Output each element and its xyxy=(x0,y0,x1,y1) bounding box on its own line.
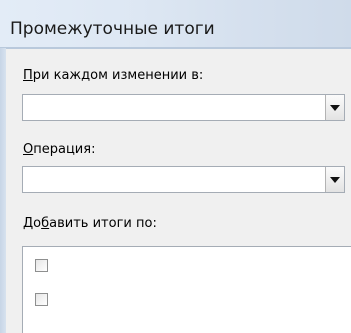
group-by-dropdown[interactable] xyxy=(22,94,345,121)
checkbox-icon[interactable] xyxy=(35,293,48,306)
window-frame-top xyxy=(0,47,351,49)
group-by-dropdown-button[interactable] xyxy=(325,95,344,120)
operation-label: Операция: xyxy=(23,142,95,157)
chevron-down-icon xyxy=(330,105,340,111)
window-frame-left xyxy=(0,48,6,333)
chevron-down-icon xyxy=(330,177,340,183)
add-totals-label-accelerator: б xyxy=(41,216,50,231)
group-by-label: При каждом изменении в: xyxy=(23,68,203,83)
add-totals-label: Добавить итоги по: xyxy=(23,216,157,231)
operation-label-accelerator: О xyxy=(23,142,34,157)
group-by-label-accelerator: П xyxy=(23,68,33,83)
subtotals-dialog: Промежуточные итоги При каждом изменении… xyxy=(0,0,351,333)
checkbox-icon[interactable] xyxy=(35,259,48,272)
operation-dropdown-button[interactable] xyxy=(325,167,344,192)
group-by-label-text: ри каждом изменении в: xyxy=(32,68,204,83)
operation-dropdown[interactable] xyxy=(22,166,345,193)
add-totals-label-post: авить итоги по: xyxy=(49,216,157,231)
operation-label-text: перация: xyxy=(33,142,96,157)
title-bar: Промежуточные итоги xyxy=(0,0,351,48)
dialog-title: Промежуточные итоги xyxy=(10,19,215,39)
add-totals-listbox[interactable] xyxy=(22,246,351,333)
add-totals-label-pre: До xyxy=(23,216,42,231)
